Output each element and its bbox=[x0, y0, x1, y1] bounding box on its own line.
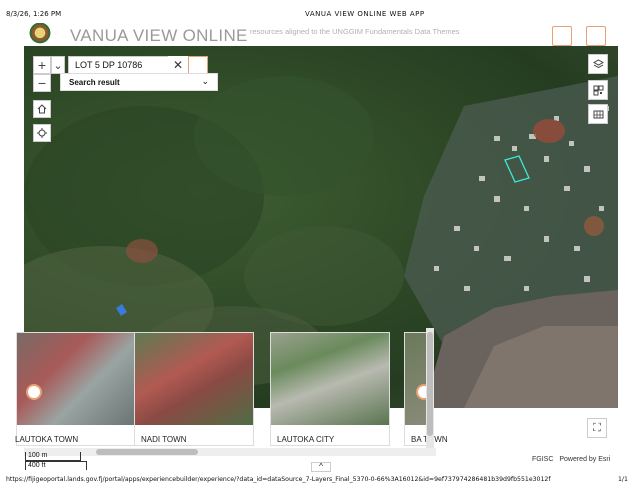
fullscreen-icon: ⛶ bbox=[593, 421, 601, 434]
zoom-out-button[interactable]: − bbox=[33, 74, 51, 92]
zoom-in-button[interactable]: + bbox=[33, 56, 51, 74]
chevron-down-icon[interactable]: ⌄ bbox=[51, 56, 65, 74]
search-submit-button[interactable] bbox=[188, 56, 208, 74]
chevron-down-icon: ⌄ bbox=[201, 76, 209, 86]
header-menu-button[interactable] bbox=[552, 26, 572, 46]
map-attribution: FGISC Powered by Esri bbox=[532, 456, 614, 463]
layers-icon bbox=[592, 58, 604, 68]
previous-bookmark-button[interactable] bbox=[26, 384, 42, 400]
scrollbar-thumb[interactable] bbox=[96, 449, 198, 455]
app-title: VANUA VIEW ONLINE bbox=[70, 26, 248, 45]
qr-code-button[interactable] bbox=[588, 80, 608, 100]
fullscreen-button[interactable]: ⛶ bbox=[587, 418, 607, 438]
close-icon[interactable]: ✕ bbox=[168, 56, 188, 74]
scale-metric: 100 m bbox=[25, 452, 81, 461]
bookmark-card[interactable]: LAUTOKA CITY bbox=[270, 332, 390, 446]
bookmark-label: LAUTOKA CITY bbox=[277, 435, 335, 444]
header-account-button[interactable] bbox=[586, 26, 606, 46]
scrollbar-thumb[interactable] bbox=[427, 332, 433, 436]
print-date: 8/3/26, 1:26 PM bbox=[6, 10, 62, 18]
search-result-dropdown[interactable]: Search result ⌄ bbox=[60, 73, 218, 91]
basemap-gallery-icon bbox=[593, 110, 603, 118]
attribution-source: FGISC bbox=[532, 456, 554, 463]
print-header: 8/3/26, 1:26 PM VANUA VIEW ONLINE WEB AP… bbox=[0, 0, 639, 20]
locate-button[interactable] bbox=[33, 124, 51, 142]
locate-icon bbox=[37, 128, 47, 138]
expand-panel-button[interactable]: ^ bbox=[311, 462, 331, 472]
bookmark-vertical-scrollbar[interactable] bbox=[426, 328, 434, 448]
print-page-number: 1/1 bbox=[618, 476, 628, 483]
app-header: VANUA VIEW ONLINE resources aligned to t… bbox=[0, 20, 639, 46]
app-tagline: resources aligned to the UNGGIM Fundamen… bbox=[250, 27, 460, 36]
home-button[interactable] bbox=[33, 100, 51, 118]
search-result-label: Search result bbox=[69, 78, 120, 87]
bookmark-thumbnail bbox=[135, 333, 253, 425]
bookmark-thumbnail bbox=[17, 333, 135, 425]
qr-code-icon bbox=[593, 85, 603, 95]
scale-imperial: 400 ft bbox=[25, 461, 87, 470]
bookmark-card[interactable]: NADI TOWN bbox=[134, 332, 254, 446]
bookmark-label: LAUTOKA TOWN bbox=[15, 435, 79, 444]
basemap-gallery-button[interactable] bbox=[588, 104, 608, 124]
print-url: https://fijigeoportal.lands.gov.fj/porta… bbox=[6, 476, 551, 483]
bookmark-thumbnail bbox=[271, 333, 389, 425]
bookmark-label: NADI TOWN bbox=[141, 435, 187, 444]
attribution-powered-by[interactable]: Powered by Esri bbox=[559, 456, 610, 463]
print-page-title: VANUA VIEW ONLINE WEB APP bbox=[305, 10, 425, 18]
bookmark-horizontal-scrollbar[interactable] bbox=[24, 448, 436, 456]
home-icon bbox=[37, 104, 47, 114]
layers-button[interactable] bbox=[588, 54, 608, 74]
bookmark-gallery: LAUTOKA TOWN NADI TOWN LAUTOKA CITY BA T… bbox=[15, 328, 448, 448]
fiji-coat-of-arms-icon bbox=[28, 23, 52, 45]
